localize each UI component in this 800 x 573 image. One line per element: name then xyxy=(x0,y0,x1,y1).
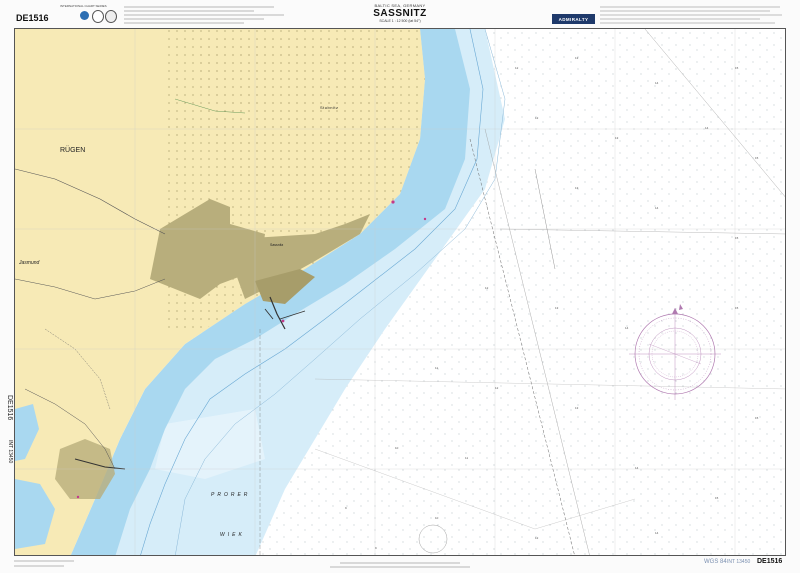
svg-text:14: 14 xyxy=(655,531,659,535)
svg-text:15: 15 xyxy=(755,416,759,420)
svg-text:12: 12 xyxy=(485,286,489,290)
bsh-crest-icon xyxy=(105,10,117,23)
svg-text:13: 13 xyxy=(555,306,559,310)
svg-text:10: 10 xyxy=(395,446,399,450)
place-prorer: PRORER xyxy=(211,492,251,498)
svg-text:14: 14 xyxy=(705,126,709,130)
chart-title-block: BALTIC SEA, GERMANY SASSNITZ SCALE 1 : 1… xyxy=(340,3,460,23)
svg-text:14: 14 xyxy=(655,206,659,210)
side-int-number: INT 13450 xyxy=(7,440,13,464)
place-ruegen: RÜGEN xyxy=(60,147,86,154)
chart-number-bottom: DE1516 xyxy=(757,558,783,565)
int-number-label: INT 13450 xyxy=(727,559,751,565)
iho-emblem-icon xyxy=(80,11,89,20)
svg-text:12: 12 xyxy=(535,536,539,540)
svg-text:13: 13 xyxy=(575,56,579,60)
svg-text:14: 14 xyxy=(655,81,659,85)
chart-number-top: DE1516 xyxy=(16,13,49,23)
chart-title: SASSNITZ xyxy=(373,8,427,19)
chart-sheet: INTERNATIONAL CHART SERIES BALTIC SEA, G… xyxy=(0,0,800,573)
chart-graphic: 12 13 14 15 12 13 14 15 13 14 15 12 13 14 15 11 12 13… xyxy=(15,29,785,555)
svg-text:13: 13 xyxy=(615,136,619,140)
svg-text:15: 15 xyxy=(735,236,739,240)
footer-note-bar xyxy=(14,565,64,567)
chart-scale: SCALE 1 : 12 500 (lat 54°) xyxy=(379,19,421,23)
svg-text:10: 10 xyxy=(435,516,439,520)
footer-publisher-bar xyxy=(330,566,470,568)
svg-text:15: 15 xyxy=(735,66,739,70)
svg-text:15: 15 xyxy=(715,496,719,500)
svg-text:12: 12 xyxy=(515,66,519,70)
datum-label: WGS 84 xyxy=(704,559,727,565)
svg-text:13: 13 xyxy=(575,406,579,410)
svg-text:15: 15 xyxy=(755,156,759,160)
admiralty-badge: ADMIRALTY xyxy=(552,14,595,24)
svg-text:11: 11 xyxy=(435,366,438,370)
chart-map[interactable]: 12 13 14 15 12 13 14 15 13 14 15 12 13 14 15 11 12 13… xyxy=(14,28,786,556)
hydrographic-office-crest-icon xyxy=(92,10,104,23)
svg-text:14: 14 xyxy=(625,326,629,330)
place-jasmund: Jasmund xyxy=(19,260,40,266)
svg-text:14: 14 xyxy=(635,466,639,470)
svg-text:13: 13 xyxy=(575,186,579,190)
svg-text:15: 15 xyxy=(735,306,739,310)
svg-text:11: 11 xyxy=(465,456,468,460)
chart-footer: WGS 84 INT 13450 DE1516 xyxy=(0,556,800,573)
place-wiek: WIEK xyxy=(220,532,245,538)
footer-publisher-bar xyxy=(340,562,460,564)
svg-text:12: 12 xyxy=(495,386,499,390)
place-stubnitz: Stubnitz xyxy=(320,105,339,110)
svg-text:12: 12 xyxy=(535,116,539,120)
footer-note-bar xyxy=(14,560,74,562)
place-sassnitz: Sassnitz xyxy=(270,243,284,247)
